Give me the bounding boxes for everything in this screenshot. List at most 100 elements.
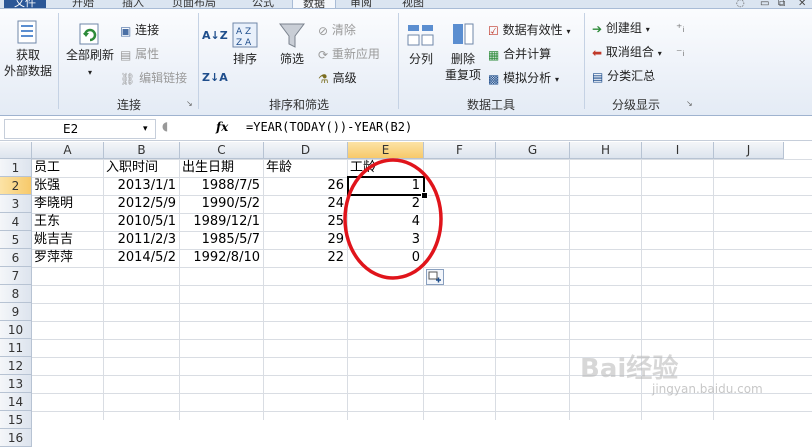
cell-b2[interactable]: 2013/1/1	[104, 177, 176, 195]
row-header-1[interactable]: 1	[0, 159, 32, 177]
cell-c2[interactable]: 1988/7/5	[180, 177, 260, 195]
cell-d4[interactable]: 25	[264, 213, 344, 231]
dialog-launcher-icon[interactable]: ↘	[686, 99, 693, 108]
cell-d1[interactable]: 年龄	[266, 159, 292, 177]
sort-z-to-a-button[interactable]: Z↓A	[202, 69, 228, 87]
tab-formulas[interactable]: 公式	[252, 0, 274, 8]
tab-data[interactable]: 数据	[292, 0, 336, 8]
column-header-i[interactable]: I	[642, 142, 714, 159]
connections-button[interactable]: ▣ 连接	[120, 21, 159, 39]
column-header-a[interactable]: A	[32, 142, 104, 159]
cell-b3[interactable]: 2012/5/9	[104, 195, 176, 213]
column-header-j[interactable]: J	[714, 142, 784, 159]
tab-insert[interactable]: 插入	[122, 0, 144, 8]
cell-c4[interactable]: 1989/12/1	[180, 213, 260, 231]
hide-detail-icon[interactable]: ⁻ᵢ	[676, 43, 684, 61]
row-header-9[interactable]: 9	[0, 303, 32, 321]
worksheet-grid[interactable]: ABCDEFGHIJ 1 2 3 4 5 6 7 8 9 10 11 12 13 14 15 16 员工 入职时…	[0, 142, 812, 447]
formula-input[interactable]: =YEAR(TODAY())-YEAR(B2)	[246, 120, 412, 134]
row-header-14[interactable]: 14	[0, 393, 32, 411]
row-header-16[interactable]: 16	[0, 429, 32, 447]
tab-home[interactable]: 开始	[72, 0, 94, 8]
column-header-c[interactable]: C	[180, 142, 264, 159]
row-header-12[interactable]: 12	[0, 357, 32, 375]
remove-duplicates-label-2: 重复项	[444, 68, 481, 82]
tab-view[interactable]: 视图	[402, 0, 424, 8]
row-header-5[interactable]: 5	[0, 231, 32, 249]
name-box[interactable]: E2 ▾	[4, 119, 156, 139]
resize-handle-icon[interactable]: ◖	[162, 119, 168, 133]
advanced-filter-button[interactable]: ⚗ 高级	[318, 69, 357, 87]
reapply-button[interactable]: ⟳ 重新应用	[318, 45, 380, 63]
row-header-11[interactable]: 11	[0, 339, 32, 357]
cell-c6[interactable]: 1992/8/10	[180, 249, 260, 267]
edit-links-label: 编辑链接	[139, 71, 188, 85]
cell-c1[interactable]: 出生日期	[182, 159, 234, 177]
row-header-8[interactable]: 8	[0, 285, 32, 303]
cell-b4[interactable]: 2010/5/1	[104, 213, 176, 231]
cell-d6[interactable]: 22	[264, 249, 344, 267]
help-icon[interactable]: ◌	[736, 0, 745, 8]
cell-a2[interactable]: 张强	[34, 177, 60, 195]
cell-b1[interactable]: 入职时间	[106, 159, 158, 177]
cell-a3[interactable]: 李晓明	[34, 195, 73, 213]
data-validation-label: 数据有效性	[502, 23, 563, 37]
refresh-all-button[interactable]: 全部刷新 ▾	[64, 21, 116, 81]
get-external-data-button[interactable]: 获取 外部数据	[2, 19, 54, 79]
tab-file[interactable]: 文件	[4, 0, 46, 8]
minimize-ribbon-icon[interactable]: ▭	[760, 0, 769, 8]
cell-d5[interactable]: 29	[264, 231, 344, 249]
row-header-4[interactable]: 4	[0, 213, 32, 231]
restore-icon[interactable]: ⧉	[778, 0, 785, 8]
row-header-13[interactable]: 13	[0, 375, 32, 393]
data-validation-button[interactable]: ☑ 数据有效性 ▾	[488, 21, 570, 39]
divider	[58, 13, 59, 109]
close-icon[interactable]: ✕	[798, 0, 806, 8]
column-header-h[interactable]: H	[570, 142, 642, 159]
chevron-down-icon[interactable]: ▾	[143, 120, 148, 138]
show-detail-icon[interactable]: ⁺ᵢ	[676, 19, 684, 37]
clear-filter-button[interactable]: ⊘ 清除	[318, 21, 356, 39]
sort-button[interactable]: A Z Z A 排序	[226, 21, 264, 67]
cell-a4[interactable]: 王东	[34, 213, 60, 231]
edit-links-button[interactable]: ⛓ 编辑链接	[120, 69, 187, 87]
subtotal-button[interactable]: ▤ 分类汇总	[592, 67, 655, 85]
cell-a1[interactable]: 员工	[34, 159, 60, 177]
tab-review[interactable]: 审阅	[350, 0, 372, 8]
what-if-analysis-button[interactable]: ▩ 模拟分析 ▾	[488, 69, 559, 87]
cell-a6[interactable]: 罗萍萍	[34, 249, 73, 267]
auto-fill-options-icon[interactable]	[426, 269, 444, 285]
row-header-7[interactable]: 7	[0, 267, 32, 285]
select-all-corner[interactable]	[0, 142, 32, 159]
filter-button[interactable]: 筛选	[272, 21, 312, 67]
column-header-g[interactable]: G	[496, 142, 570, 159]
column-header-b[interactable]: B	[104, 142, 180, 159]
cell-d2[interactable]: 26	[264, 177, 344, 195]
cell-a5[interactable]: 姚吉吉	[34, 231, 73, 249]
cell-c5[interactable]: 1985/5/7	[180, 231, 260, 249]
column-header-d[interactable]: D	[264, 142, 348, 159]
cell-c3[interactable]: 1990/5/2	[180, 195, 260, 213]
insert-function-icon[interactable]: fx	[216, 120, 228, 134]
cell-b5[interactable]: 2011/2/3	[104, 231, 176, 249]
text-to-columns-button[interactable]: 分列	[402, 21, 440, 67]
database-icon	[17, 20, 37, 44]
cell-b6[interactable]: 2014/5/2	[104, 249, 176, 267]
chevron-down-icon: ▾	[555, 75, 560, 84]
ungroup-button[interactable]: ⬅ 取消组合 ▾	[592, 43, 662, 61]
row-header-2[interactable]: 2	[0, 177, 32, 195]
sort-ascending-icon: A↓Z	[202, 29, 228, 42]
properties-icon: ▤	[120, 47, 132, 62]
tab-page-layout[interactable]: 页面布局	[172, 0, 216, 8]
sort-a-to-z-button[interactable]: A↓Z	[202, 27, 228, 45]
consolidate-button[interactable]: ▦ 合并计算	[488, 45, 551, 63]
row-header-6[interactable]: 6	[0, 249, 32, 267]
dialog-launcher-icon[interactable]: ↘	[186, 99, 193, 108]
row-header-10[interactable]: 10	[0, 321, 32, 339]
remove-duplicates-button[interactable]: 删除 重复项	[442, 21, 484, 83]
row-header-15[interactable]: 15	[0, 411, 32, 429]
row-header-3[interactable]: 3	[0, 195, 32, 213]
properties-button[interactable]: ▤ 属性	[120, 45, 159, 63]
group-button[interactable]: ➔ 创建组 ▾	[592, 19, 650, 37]
cell-d3[interactable]: 24	[264, 195, 344, 213]
